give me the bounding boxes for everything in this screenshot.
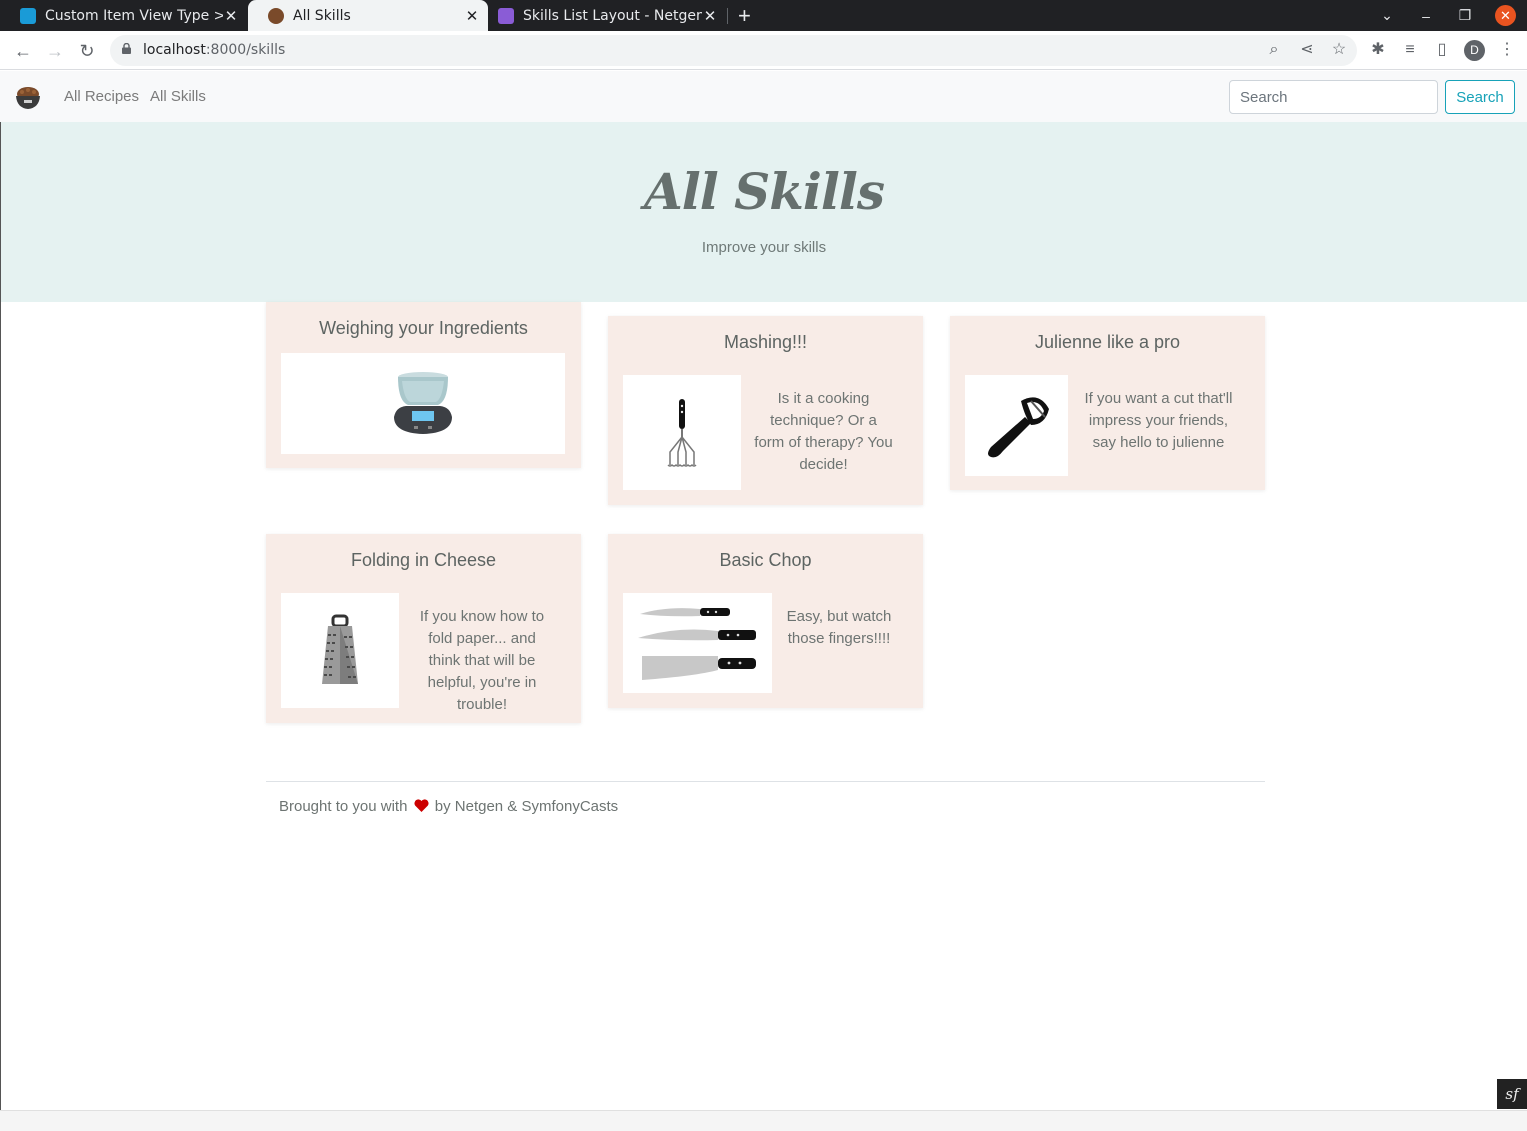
skill-card-title: Weighing your Ingredients (319, 318, 528, 338)
debug-toolbar-strip (0, 1110, 1527, 1131)
kitchen-knives-icon (637, 608, 756, 680)
skill-card-title: Mashing!!! (723, 332, 808, 352)
bookmark-star-icon[interactable]: ☆ (1328, 39, 1350, 61)
profile-avatar[interactable]: D (1464, 40, 1485, 61)
close-tab-icon[interactable]: ✕ (702, 7, 718, 25)
tab-search-chevron-icon[interactable]: ⌄ (1372, 0, 1402, 31)
page-title: All Skills (643, 162, 885, 221)
lock-icon (122, 43, 131, 54)
skill-card-title: Basic Chop (719, 550, 812, 570)
browser-tab-3[interactable]: Skills List Layout - Netgen ✕ (478, 0, 726, 31)
skill-card-basic-chop[interactable]: Basic Chop Easy, but watch those fingers… (608, 534, 923, 708)
recipe-bowl-favicon-icon (268, 7, 284, 24)
skill-card-description: Easy, but watch those fingers!!!! (786, 608, 892, 647)
potato-masher-icon (667, 398, 697, 467)
share-icon[interactable]: ⋖ (1296, 39, 1318, 61)
page-subtitle: Improve your skills (701, 239, 827, 256)
url-text: localhost:8000/skills (143, 42, 286, 58)
reload-icon[interactable]: ↻ (75, 39, 99, 63)
cheese-grater-icon (322, 614, 358, 684)
nav-link-all-recipes[interactable]: All Recipes (64, 88, 139, 105)
browser-toolbar: ← → ↻ localhost:8000/skills ⌕ ⋖ ☆ ✱ ≡ ▯ … (0, 31, 1527, 70)
search-button[interactable]: Search (1445, 80, 1515, 114)
skill-card-image (965, 375, 1068, 476)
nav-link-all-skills[interactable]: All Skills (150, 88, 206, 105)
skill-card-julienne[interactable]: Julienne like a pro If you want a cut th… (950, 316, 1265, 490)
layouts-favicon-icon (498, 7, 514, 24)
skill-card-description: If you know how to fold paper... and thi… (419, 608, 545, 713)
browser-tab-1[interactable]: Custom Item View Type > ✕ (0, 0, 247, 31)
browser-tab-2[interactable]: All Skills ✕ (248, 0, 488, 31)
skill-card-image (623, 593, 772, 693)
close-window-icon[interactable]: ✕ (1495, 5, 1516, 26)
extensions-puzzle-icon[interactable]: ✱ (1367, 39, 1389, 61)
skill-card-image (281, 593, 399, 708)
skill-card-folding-cheese[interactable]: Folding in Cheese If you know how to fol… (266, 534, 581, 723)
skill-card-image (623, 375, 741, 490)
skill-card-image (281, 353, 565, 454)
new-tab-icon[interactable]: + (738, 3, 751, 29)
back-arrow-icon[interactable]: ← (11, 39, 35, 63)
footer-divider (266, 781, 1265, 782)
address-bar[interactable]: localhost:8000/skills (110, 35, 1357, 66)
browser-tab-strip: Custom Item View Type > ✕ All Skills ✕ S… (0, 0, 1527, 31)
skill-card-mashing[interactable]: Mashing!!! Is it a cooking technique? Or… (608, 316, 923, 505)
skill-card-description: If you want a cut that'll impress your f… (1084, 390, 1233, 451)
recipe-bowl-logo-icon[interactable] (14, 83, 42, 111)
search-input[interactable] (1229, 80, 1438, 114)
symfony-favicon-icon (20, 7, 36, 24)
vegetable-peeler-icon (987, 396, 1049, 457)
zoom-icon[interactable]: ⌕ (1263, 39, 1285, 61)
skill-card-title: Folding in Cheese (350, 550, 497, 570)
forward-arrow-icon[interactable]: → (43, 39, 67, 63)
close-tab-icon[interactable]: ✕ (223, 7, 239, 25)
side-panel-icon[interactable]: ▯ (1431, 39, 1453, 61)
kitchen-scale-icon (394, 371, 452, 434)
media-control-icon[interactable]: ≡ (1399, 39, 1421, 61)
browser-menu-icon[interactable]: ⋮ (1496, 39, 1518, 61)
symfony-toolbar-toggle-icon[interactable]: sf (1497, 1079, 1527, 1109)
skill-card-description: Is it a cooking technique? Or a form of … (754, 390, 893, 473)
tab-separator (727, 8, 728, 24)
hero-banner: All Skills Improve your skills (1, 122, 1527, 302)
skill-card-weighing[interactable]: Weighing your Ingredients (266, 302, 581, 468)
minimize-window-icon[interactable]: – (1411, 0, 1441, 31)
site-navbar: All Recipes All Skills Search (0, 71, 1527, 122)
skill-card-title: Julienne like a pro (1034, 332, 1181, 352)
heart-icon (414, 799, 429, 812)
footer-credit: Brought to you with by Netgen & SymfonyC… (279, 798, 619, 815)
restore-window-icon[interactable]: ❐ (1450, 0, 1480, 31)
